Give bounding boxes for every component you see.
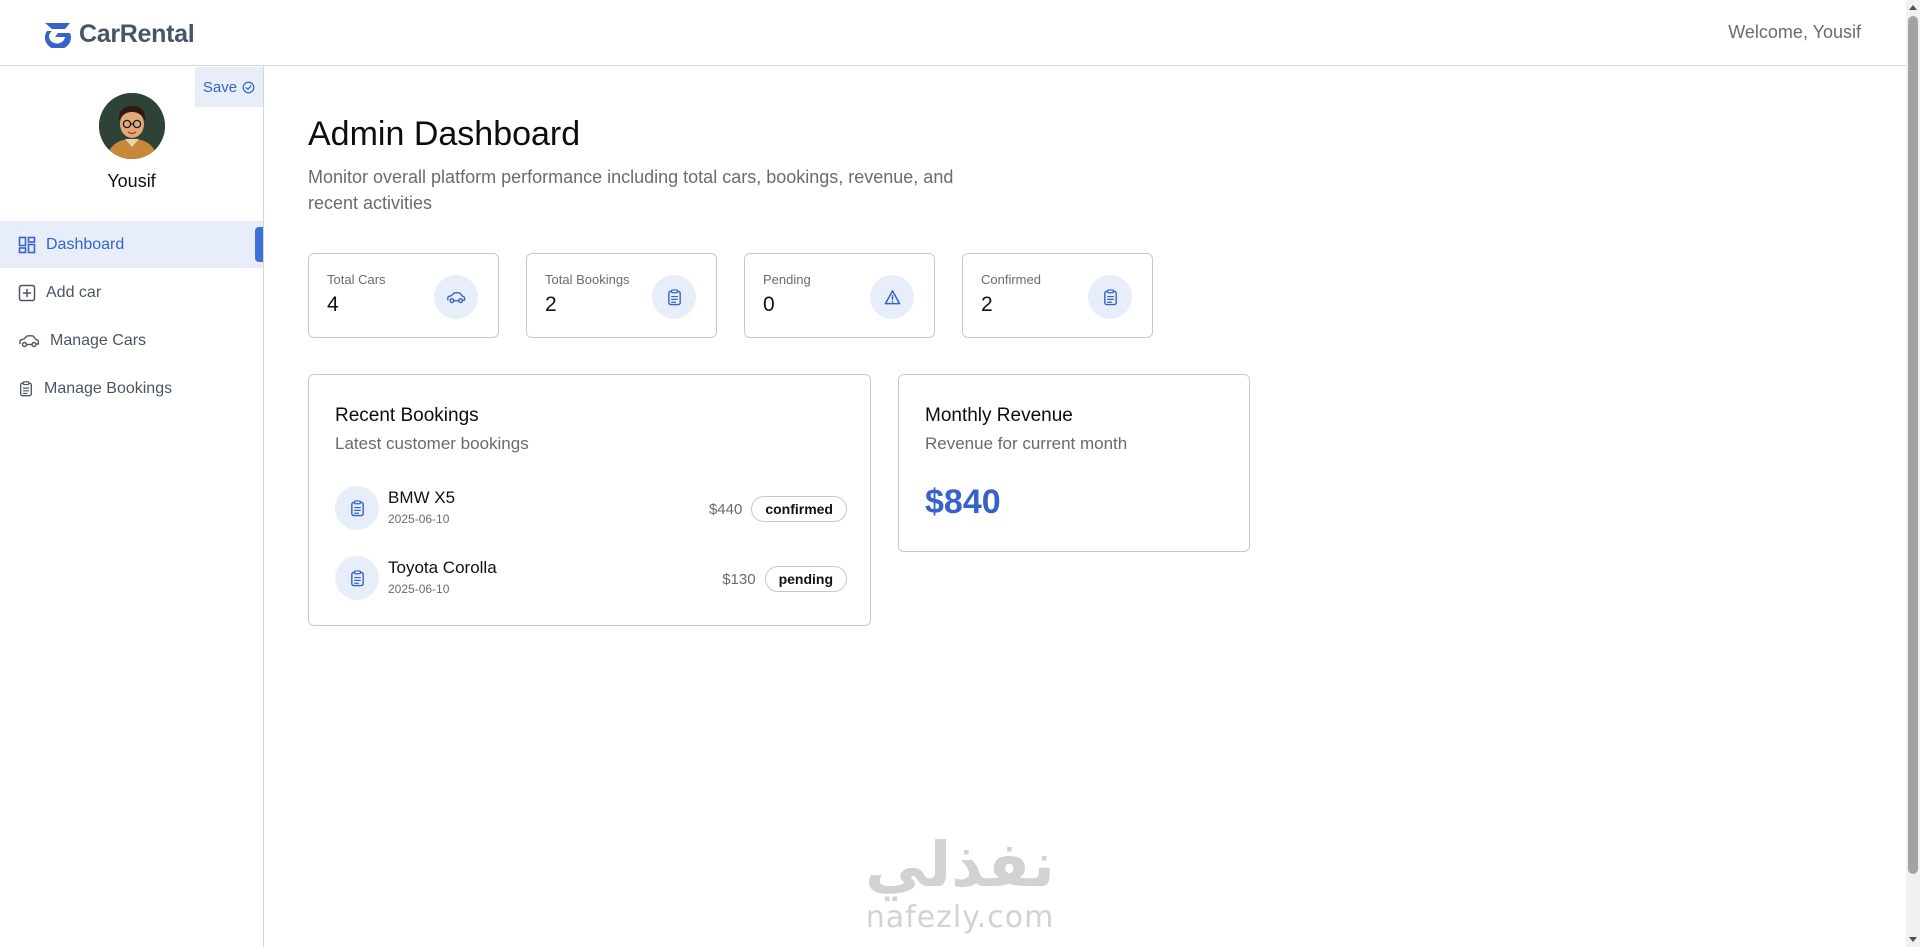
stat-value: 2 <box>981 293 993 316</box>
avatar-image <box>99 93 165 159</box>
booking-icon-wrap <box>335 486 379 530</box>
recent-bookings-title: Recent Bookings <box>335 405 479 426</box>
clipboard-icon <box>1103 288 1117 305</box>
sidebar-item-label: Manage Cars <box>50 331 147 349</box>
sidebar-item-manage-bookings[interactable]: Manage Bookings <box>0 365 263 412</box>
clipboard-icon <box>350 499 364 516</box>
app-logo[interactable]: CarRental <box>43 18 195 50</box>
stat-label: Pending <box>763 272 811 287</box>
booking-meta: $440 confirmed <box>709 496 847 522</box>
stat-icon-wrap <box>434 275 478 319</box>
booking-date: 2025-06-10 <box>388 582 450 596</box>
watermark: نفذلي nafezly.com <box>850 830 1070 936</box>
sidebar-item-add-car[interactable]: Add car <box>0 269 263 316</box>
booking-car-name: BMW X5 <box>388 488 456 507</box>
booking-row[interactable]: Toyota Corolla 2025-06-10 $130 pending <box>335 556 847 602</box>
stat-icon-wrap <box>870 275 914 319</box>
sidebar-item-label: Manage Bookings <box>44 379 173 397</box>
sidebar-item-manage-cars[interactable]: Manage Cars <box>0 317 263 364</box>
booking-price: $130 <box>722 570 756 588</box>
warning-icon <box>884 289 900 304</box>
save-button-label: Save <box>202 78 238 96</box>
clipboard-icon <box>667 288 681 305</box>
stat-card-confirmed: Confirmed 2 <box>962 253 1153 338</box>
stat-label: Total Bookings <box>545 272 630 287</box>
top-header: CarRental Welcome, Yousif <box>0 0 1906 66</box>
stat-label: Total Cars <box>327 272 386 287</box>
monthly-revenue-value: $840 <box>925 483 1001 521</box>
sidebar-item-dashboard[interactable]: Dashboard <box>0 221 263 268</box>
dashboard-icon <box>18 236 36 253</box>
scroll-down-arrow-icon[interactable] <box>1906 933 1920 947</box>
clipboard-icon <box>350 569 364 586</box>
booking-icon-wrap <box>335 556 379 600</box>
stat-value: 2 <box>545 293 557 316</box>
booking-date: 2025-06-10 <box>388 512 450 526</box>
stat-value: 4 <box>327 293 339 316</box>
status-badge: confirmed <box>751 496 847 522</box>
scroll-thumb[interactable] <box>1908 16 1918 874</box>
welcome-text: Welcome, Yousif <box>1728 22 1861 42</box>
stat-icon-wrap <box>1088 275 1132 319</box>
check-circle-icon <box>242 81 255 93</box>
monthly-revenue-panel: Monthly Revenue Revenue for current mont… <box>898 374 1250 552</box>
plus-square-icon <box>18 284 36 301</box>
stat-card-total-bookings: Total Bookings 2 <box>526 253 717 338</box>
watermark-latin: nafezly.com <box>865 900 1055 935</box>
booking-meta: $130 pending <box>722 566 847 592</box>
logo-icon <box>45 23 71 48</box>
car-icon <box>447 291 466 303</box>
stat-card-total-cars: Total Cars 4 <box>308 253 499 338</box>
save-button[interactable]: Save <box>195 67 263 107</box>
stat-icon-wrap <box>652 275 696 319</box>
booking-car-name: Toyota Corolla <box>388 558 497 577</box>
status-badge: pending <box>764 566 847 592</box>
vertical-scrollbar[interactable] <box>1906 0 1920 947</box>
sidebar: Save Yousif Dashboard Add car Manage Car… <box>0 66 264 947</box>
car-icon <box>19 334 40 347</box>
clipboard-icon <box>20 380 32 396</box>
sidebar-item-label: Dashboard <box>46 235 125 253</box>
recent-bookings-subtitle: Latest customer bookings <box>335 434 529 453</box>
stat-label: Confirmed <box>981 272 1041 287</box>
recent-bookings-panel: Recent Bookings Latest customer bookings… <box>308 374 871 626</box>
stat-card-pending: Pending 0 <box>744 253 935 338</box>
booking-row[interactable]: BMW X5 2025-06-10 $440 confirmed <box>335 486 847 532</box>
logo-text: CarRental <box>79 19 195 48</box>
user-name: Yousif <box>107 171 156 191</box>
booking-price: $440 <box>708 500 743 518</box>
sidebar-item-label: Add car <box>46 283 102 301</box>
scroll-up-arrow-icon[interactable] <box>1906 0 1920 14</box>
watermark-arabic: نفذلي <box>865 828 1055 901</box>
page-subtitle: Monitor overall platform performance inc… <box>308 167 954 213</box>
page-title: Admin Dashboard <box>308 115 581 153</box>
stat-value: 0 <box>763 293 775 316</box>
monthly-revenue-title: Monthly Revenue <box>925 405 1073 426</box>
avatar[interactable] <box>99 93 165 159</box>
monthly-revenue-subtitle: Revenue for current month <box>925 434 1128 453</box>
